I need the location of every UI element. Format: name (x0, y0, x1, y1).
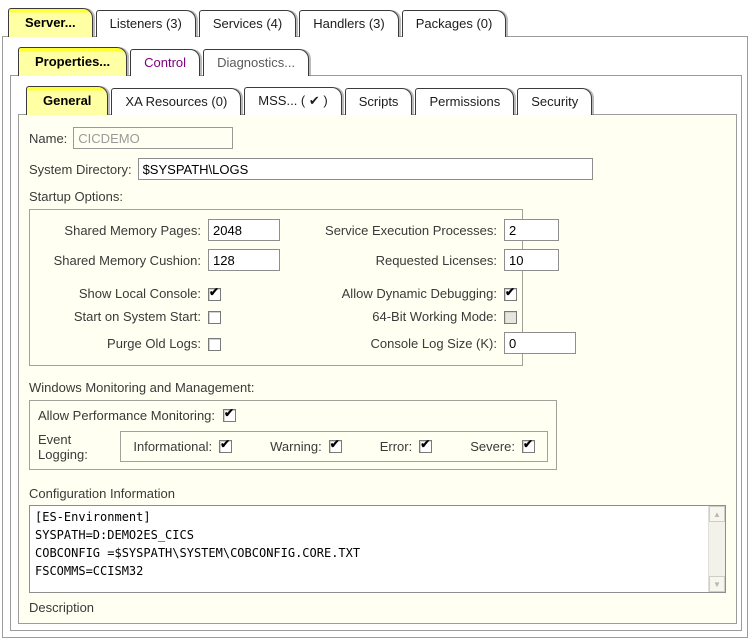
show-local-console-label: Show Local Console: (30, 286, 208, 301)
allow-performance-monitoring-label: Allow Performance Monitoring: (38, 408, 215, 423)
textarea-scrollbar[interactable]: ▲ ▼ (708, 506, 725, 592)
severe-checkbox[interactable]: ✔ (522, 440, 535, 453)
monitoring-label: Windows Monitoring and Management: (29, 380, 726, 395)
performance-monitoring-row: Allow Performance Monitoring: ✔ (38, 408, 548, 423)
tab-handlers[interactable]: Handlers (3) (299, 10, 399, 37)
scroll-down-button[interactable]: ▼ (709, 576, 725, 592)
name-label: Name: (29, 131, 67, 146)
tab-properties[interactable]: Properties... (18, 47, 127, 76)
allow-dynamic-debugging-label: Allow Dynamic Debugging: (304, 286, 504, 301)
allow-performance-monitoring-checkbox[interactable]: ✔ (223, 409, 236, 422)
configuration-text[interactable]: [ES-Environment] SYSPATH=D:DEMO2ES_CICS … (30, 506, 708, 592)
startup-row-logs: Purge Old Logs: Console Log Size (K): (30, 332, 514, 354)
checkmark-icon: ✔ (209, 286, 219, 299)
scroll-up-button[interactable]: ▲ (709, 506, 725, 522)
tabrow-properties: Properties... Control Diagnostics... (18, 47, 742, 76)
description-label: Description (29, 600, 726, 615)
console-log-size-input[interactable] (504, 332, 576, 354)
start-on-system-start-checkbox[interactable] (208, 311, 221, 324)
event-severe: Severe: ✔ (470, 439, 535, 454)
name-row: Name: (29, 127, 726, 149)
name-input (73, 127, 233, 149)
error-label: Error: (380, 439, 413, 454)
warning-label: Warning: (270, 439, 322, 454)
system-directory-input[interactable] (138, 158, 593, 180)
startup-row-console: Show Local Console: ✔ Allow Dynamic Debu… (30, 286, 514, 301)
severe-label: Severe: (470, 439, 515, 454)
shared-memory-cushion-label: Shared Memory Cushion: (30, 253, 208, 268)
start-on-system-start-label: Start on System Start: (30, 309, 208, 324)
checkmark-icon: ✔ (523, 438, 533, 451)
checkmark-icon: ✔ (224, 407, 234, 420)
warning-checkbox[interactable]: ✔ (329, 440, 342, 453)
checkmark-icon: ✔ (505, 286, 515, 299)
tab-mss[interactable]: MSS... ( ✔ ) (244, 87, 341, 115)
purge-old-logs-label: Purge Old Logs: (30, 336, 208, 351)
shared-memory-pages-label: Shared Memory Pages: (30, 223, 208, 238)
bit64-working-mode-checkbox (504, 311, 517, 324)
console-log-size-label: Console Log Size (K): (304, 336, 504, 351)
tab-listeners[interactable]: Listeners (3) (96, 10, 196, 37)
system-directory-row: System Directory: (29, 158, 726, 180)
checkmark-icon: ✔ (330, 438, 340, 451)
server-panel: Properties... Control Diagnostics... Gen… (2, 36, 748, 638)
tabrow-server: Server... Listeners (3) Services (4) Han… (8, 8, 750, 37)
enterprise-server-admin-page: Server... Listeners (3) Services (4) Han… (0, 0, 750, 638)
tab-services[interactable]: Services (4) (199, 10, 296, 37)
event-logging-row: Event Logging: Informational: ✔ Warning:… (38, 431, 548, 462)
system-directory-label: System Directory: (29, 162, 132, 177)
startup-options-group: Shared Memory Pages: Service Execution P… (29, 209, 523, 366)
startup-options-label: Startup Options: (29, 189, 726, 204)
tab-xa-resources[interactable]: XA Resources (0) (111, 88, 241, 115)
tab-scripts[interactable]: Scripts (345, 88, 413, 115)
tab-general[interactable]: General (26, 86, 108, 115)
event-warning: Warning: ✔ (270, 439, 342, 454)
event-logging-group: Informational: ✔ Warning: ✔ Error: ✔ (120, 431, 548, 462)
checkmark-icon: ✔ (420, 438, 430, 451)
shared-memory-pages-input[interactable] (208, 219, 280, 241)
general-panel: Name: System Directory: Startup Options:… (18, 114, 737, 624)
service-execution-processes-input[interactable] (504, 219, 559, 241)
shared-memory-cushion-input[interactable] (208, 249, 280, 271)
tabrow-general: General XA Resources (0) MSS... ( ✔ ) Sc… (26, 86, 737, 115)
tab-permissions[interactable]: Permissions (415, 88, 514, 115)
purge-old-logs-checkbox[interactable] (208, 338, 221, 351)
event-error: Error: ✔ (380, 439, 433, 454)
event-informational: Informational: ✔ (133, 439, 232, 454)
event-logging-label: Event Logging: (38, 432, 110, 462)
requested-licenses-input[interactable] (504, 249, 559, 271)
service-execution-processes-label: Service Execution Processes: (304, 223, 504, 238)
startup-row-systemstart: Start on System Start: 64-Bit Working Mo… (30, 309, 514, 324)
tab-diagnostics[interactable]: Diagnostics... (203, 49, 309, 76)
bit64-working-mode-label: 64-Bit Working Mode: (304, 309, 504, 324)
tab-server[interactable]: Server... (8, 8, 93, 37)
requested-licenses-label: Requested Licenses: (304, 253, 504, 268)
show-local-console-checkbox[interactable]: ✔ (208, 288, 221, 301)
monitoring-group: Allow Performance Monitoring: ✔ Event Lo… (29, 400, 557, 470)
startup-row-cushion: Shared Memory Cushion: Requested License… (30, 249, 514, 271)
checkmark-icon: ✔ (220, 438, 230, 451)
properties-panel: General XA Resources (0) MSS... ( ✔ ) Sc… (10, 75, 742, 631)
informational-label: Informational: (133, 439, 212, 454)
configuration-textarea[interactable]: [ES-Environment] SYSPATH=D:DEMO2ES_CICS … (29, 505, 726, 593)
tab-packages[interactable]: Packages (0) (402, 10, 507, 37)
tab-security[interactable]: Security (517, 88, 592, 115)
informational-checkbox[interactable]: ✔ (219, 440, 232, 453)
startup-row-memory: Shared Memory Pages: Service Execution P… (30, 219, 514, 241)
allow-dynamic-debugging-checkbox[interactable]: ✔ (504, 288, 517, 301)
configuration-information-label: Configuration Information (29, 486, 726, 501)
tab-control[interactable]: Control (130, 49, 200, 76)
error-checkbox[interactable]: ✔ (419, 440, 432, 453)
